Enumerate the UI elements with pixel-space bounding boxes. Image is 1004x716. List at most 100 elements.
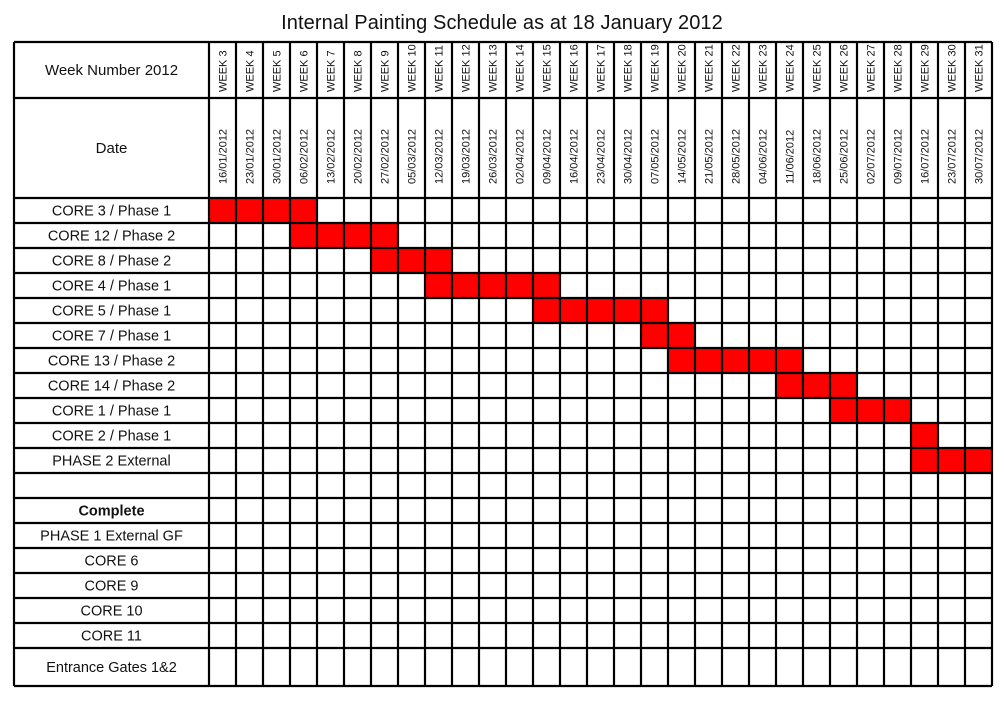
week-label: WEEK 4 bbox=[245, 50, 257, 92]
date-label: 18/06/2012 bbox=[812, 129, 824, 184]
week-label: WEEK 24 bbox=[785, 44, 797, 92]
date-label: 04/06/2012 bbox=[758, 129, 770, 184]
date-label: 09/04/2012 bbox=[542, 129, 554, 184]
task-label: CORE 9 bbox=[85, 579, 139, 595]
gantt-bar-cell bbox=[425, 248, 452, 273]
week-label: WEEK 30 bbox=[947, 44, 959, 92]
date-label: 16/04/2012 bbox=[569, 129, 581, 184]
week-label: WEEK 23 bbox=[758, 44, 770, 92]
gantt-bar-cell bbox=[587, 298, 614, 323]
week-label: WEEK 14 bbox=[515, 44, 527, 92]
date-label: 16/07/2012 bbox=[920, 129, 932, 184]
week-label: WEEK 6 bbox=[299, 50, 311, 92]
date-label: 02/07/2012 bbox=[866, 129, 878, 184]
gantt-bar-cell bbox=[452, 273, 479, 298]
gantt-bar-cell bbox=[533, 298, 560, 323]
date-label: 19/03/2012 bbox=[461, 129, 473, 184]
task-label: CORE 3 / Phase 1 bbox=[52, 204, 171, 220]
gantt-bar-cell bbox=[965, 448, 992, 473]
gantt-bar-cell bbox=[236, 198, 263, 223]
week-label: WEEK 25 bbox=[812, 44, 824, 92]
date-label: 28/05/2012 bbox=[731, 129, 743, 184]
gantt-bar-cell bbox=[938, 448, 965, 473]
date-label: 16/01/2012 bbox=[218, 129, 230, 184]
date-label: 13/02/2012 bbox=[326, 129, 338, 184]
week-label: WEEK 21 bbox=[704, 44, 716, 92]
week-label: WEEK 12 bbox=[461, 44, 473, 92]
gantt-bar-cell bbox=[533, 273, 560, 298]
week-label: WEEK 10 bbox=[407, 44, 419, 92]
week-label: WEEK 11 bbox=[434, 45, 446, 92]
week-label: WEEK 18 bbox=[623, 44, 635, 92]
week-label: WEEK 17 bbox=[596, 44, 608, 92]
week-label: WEEK 13 bbox=[488, 44, 500, 92]
week-label: WEEK 15 bbox=[542, 44, 554, 92]
date-label: 06/02/2012 bbox=[299, 129, 311, 184]
gantt-chart: Week Number 2012 Date WEEK 3 WEEK 4 WEEK 5 WE… bbox=[12, 40, 994, 688]
date-label: 25/06/2012 bbox=[839, 129, 851, 184]
week-label: WEEK 8 bbox=[353, 50, 365, 92]
gantt-bar-cell bbox=[641, 298, 668, 323]
date-label: 02/04/2012 bbox=[515, 129, 527, 184]
gantt-bar-cell bbox=[479, 273, 506, 298]
week-label: WEEK 28 bbox=[893, 44, 905, 92]
task-label: CORE 13 / Phase 2 bbox=[48, 354, 175, 370]
gantt-bar-cell bbox=[263, 198, 290, 223]
week-label: WEEK 7 bbox=[326, 50, 338, 92]
date-label: 23/01/2012 bbox=[245, 129, 257, 184]
gantt-bar-cell bbox=[668, 323, 695, 348]
task-label: Entrance Gates 1&2 bbox=[46, 660, 177, 676]
week-label: WEEK 27 bbox=[866, 44, 878, 92]
gantt-bar-cell bbox=[857, 398, 884, 423]
date-label: 26/03/2012 bbox=[488, 129, 500, 184]
week-label: WEEK 9 bbox=[380, 50, 392, 92]
week-number-header: Week Number 2012 bbox=[45, 62, 178, 79]
task-label: PHASE 1 External GF bbox=[40, 529, 183, 545]
task-label: CORE 5 / Phase 1 bbox=[52, 304, 171, 320]
task-label: CORE 12 / Phase 2 bbox=[48, 229, 175, 245]
gantt-bar-cell bbox=[641, 323, 668, 348]
gantt-bar-cell bbox=[830, 373, 857, 398]
date-label: 11/06/2012 bbox=[785, 130, 797, 184]
gantt-bar-cell bbox=[398, 248, 425, 273]
task-label: CORE 7 / Phase 1 bbox=[52, 329, 171, 345]
gantt-bar-cell bbox=[209, 198, 236, 223]
gantt-bar-cell bbox=[776, 348, 803, 373]
task-label: Complete bbox=[78, 504, 144, 520]
gantt-bar-cell bbox=[749, 348, 776, 373]
gantt-bar-cell bbox=[911, 448, 938, 473]
week-label: WEEK 5 bbox=[272, 50, 284, 92]
gantt-bar-cell bbox=[506, 273, 533, 298]
gantt-bar-cell bbox=[830, 398, 857, 423]
date-label: 07/05/2012 bbox=[650, 129, 662, 184]
date-label: 23/04/2012 bbox=[596, 129, 608, 184]
task-label: CORE 14 / Phase 2 bbox=[48, 379, 175, 395]
week-label: WEEK 19 bbox=[650, 44, 662, 92]
week-label: WEEK 16 bbox=[569, 44, 581, 92]
task-label: PHASE 2 External bbox=[52, 454, 170, 470]
gantt-bar-cell bbox=[425, 273, 452, 298]
gantt-bar-cell bbox=[290, 198, 317, 223]
gantt-bar-cell bbox=[884, 398, 911, 423]
gantt-bar-cell bbox=[344, 223, 371, 248]
gantt-bar-cell bbox=[668, 348, 695, 373]
date-label: 30/04/2012 bbox=[623, 129, 635, 184]
task-label: CORE 2 / Phase 1 bbox=[52, 429, 171, 445]
date-label: 21/05/2012 bbox=[704, 129, 716, 184]
date-label: 23/07/2012 bbox=[947, 129, 959, 184]
week-label: WEEK 31 bbox=[974, 44, 986, 92]
date-label: 30/07/2012 bbox=[974, 129, 986, 184]
gantt-bar-cell bbox=[776, 373, 803, 398]
week-label: WEEK 22 bbox=[731, 44, 743, 92]
gantt-bar-cell bbox=[695, 348, 722, 373]
date-label: 27/02/2012 bbox=[380, 129, 392, 184]
date-label: 05/03/2012 bbox=[407, 129, 419, 184]
task-label: CORE 4 / Phase 1 bbox=[52, 279, 171, 295]
gantt-bar-cell bbox=[317, 223, 344, 248]
gantt-bar-cell bbox=[371, 223, 398, 248]
date-label: 12/03/2012 bbox=[434, 129, 446, 184]
week-label: WEEK 20 bbox=[677, 44, 689, 92]
task-label: CORE 8 / Phase 2 bbox=[52, 254, 171, 270]
week-label: WEEK 3 bbox=[218, 50, 230, 92]
gantt-bar-cell bbox=[560, 298, 587, 323]
